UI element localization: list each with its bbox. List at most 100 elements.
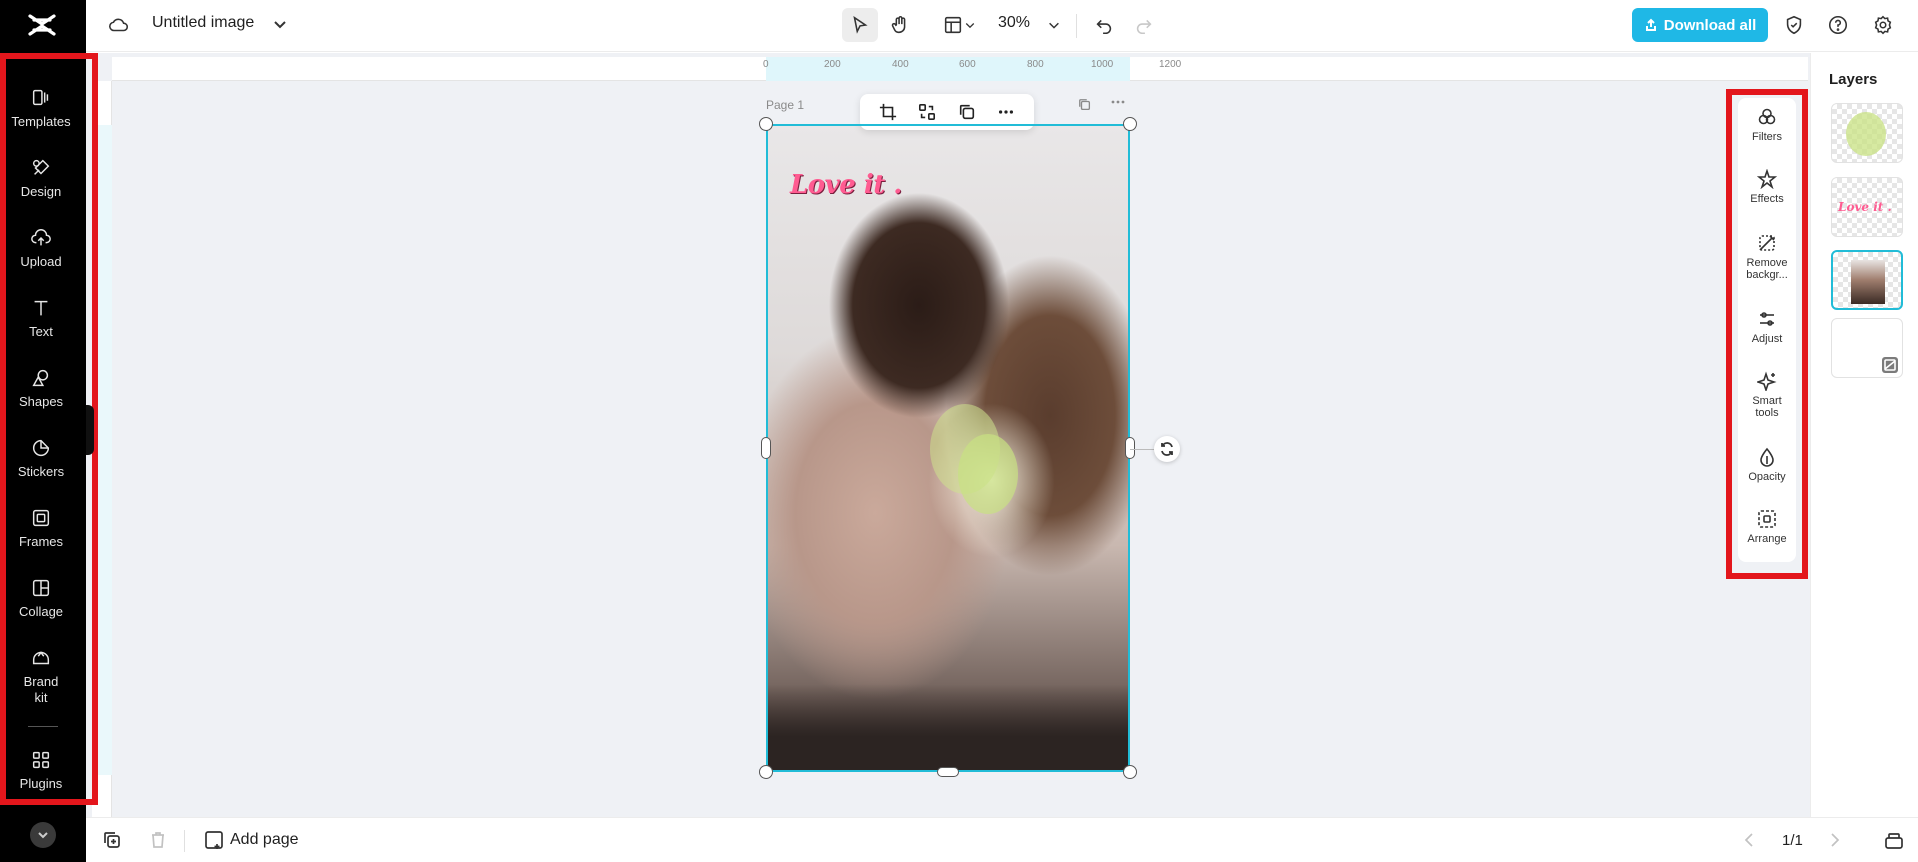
redo-icon (1136, 19, 1152, 35)
upload-icon (29, 226, 53, 250)
tool-smart-tools[interactable]: Smart tools (1738, 370, 1796, 419)
crop-button[interactable] (876, 100, 900, 124)
chevron-down-icon (1049, 22, 1059, 29)
sidebar-item-label: Upload (20, 254, 62, 269)
capcut-logo-icon[interactable] (26, 10, 58, 40)
resize-handle-top-left[interactable] (759, 117, 773, 131)
layer-thumb-photo[interactable] (1831, 250, 1903, 310)
pages-panel-button[interactable] (1884, 830, 1906, 852)
replace-button[interactable] (915, 100, 939, 124)
more-icon (999, 110, 1014, 114)
layer-thumb-text[interactable]: Love it . (1831, 177, 1903, 237)
tool-adjust[interactable]: Adjust (1738, 308, 1796, 345)
tool-filters[interactable]: Filters (1738, 106, 1796, 143)
shapes-icon (29, 366, 53, 390)
sidebar-item-collage[interactable]: Collage (6, 576, 76, 620)
resize-handle-bottom[interactable] (937, 767, 959, 777)
couple-photo[interactable]: Love it . (766, 124, 1130, 772)
tool-opacity[interactable]: Opacity (1738, 446, 1796, 483)
ruler-selection-range (92, 125, 112, 775)
rotate-handle[interactable] (1154, 436, 1180, 462)
tool-remove-background[interactable]: Remove backgr... (1738, 232, 1796, 281)
ruler-mark: 400 (892, 59, 909, 70)
sidebar-item-upload[interactable]: Upload (6, 226, 76, 270)
duplicate-page-button[interactable] (102, 830, 124, 852)
layers-panel: Layers Love it . (1810, 53, 1918, 817)
zoom-level[interactable]: 30% (998, 14, 1030, 32)
sidebar-item-brand-kit[interactable]: Brand kit (6, 646, 76, 706)
chevron-right-icon (1831, 833, 1840, 847)
bottom-bar: Add page 1/1 (86, 817, 1918, 862)
rotate-icon (1161, 442, 1173, 456)
tool-label: Effects (1750, 193, 1784, 205)
resize-handle-bottom-left[interactable] (759, 765, 773, 779)
redo-button[interactable] (1126, 8, 1162, 42)
vertical-ruler (92, 81, 112, 817)
app-root: Templates Design Upload Text Shapes Stic… (0, 0, 1918, 862)
layer-thumb-green-blob[interactable] (1831, 103, 1903, 163)
more-options-button[interactable] (994, 100, 1018, 124)
sidebar-item-plugins[interactable]: Plugins (6, 748, 76, 792)
ruler-mark: 1200 (1159, 59, 1182, 70)
sidebar-item-frames[interactable]: Frames (6, 506, 76, 550)
ruler-mark: 0 (763, 59, 769, 70)
resize-handle-left[interactable] (761, 437, 771, 459)
sidebar-item-templates[interactable]: Templates (6, 86, 76, 130)
layer-thumb-background[interactable] (1831, 318, 1903, 378)
sidebar-item-label: Templates (11, 114, 71, 129)
hand-icon (891, 16, 906, 34)
rotate-connector (1130, 449, 1154, 450)
settings-gear-icon[interactable] (1872, 14, 1896, 38)
tool-effects[interactable]: Effects (1738, 168, 1796, 205)
zoom-dropdown-button[interactable] (1042, 8, 1066, 42)
templates-icon (29, 86, 53, 110)
duplicate-page-icon[interactable] (1078, 98, 1092, 115)
layout-icon (944, 16, 962, 34)
expand-sidebar-button[interactable] (30, 822, 56, 848)
duplicate-button[interactable] (955, 100, 979, 124)
ruler-mark: 600 (959, 59, 976, 70)
delete-page-button[interactable] (148, 830, 170, 852)
hand-tool-button[interactable] (882, 8, 918, 42)
cloud-sync-icon[interactable] (108, 14, 132, 38)
sidebar-item-text[interactable]: Text (6, 296, 76, 340)
undo-button[interactable] (1086, 8, 1122, 42)
sidebar-item-shapes[interactable]: Shapes (6, 366, 76, 410)
export-icon (1645, 18, 1656, 31)
sidebar-item-stickers[interactable]: Stickers (6, 436, 76, 480)
sidebar-item-label: Design (20, 184, 62, 199)
select-tool-button[interactable] (842, 8, 878, 42)
help-icon[interactable] (1827, 14, 1851, 38)
resize-handle-top-right[interactable] (1123, 117, 1137, 131)
document-title[interactable]: Untitled image (152, 14, 254, 32)
sidebar-resize-handle[interactable] (86, 405, 94, 455)
sidebar-item-design[interactable]: Design (6, 156, 76, 200)
arrange-icon (1756, 508, 1778, 530)
thumb-photo-graphic (1851, 260, 1885, 304)
trash-icon (152, 832, 164, 848)
resize-handle-bottom-right[interactable] (1123, 765, 1137, 779)
crop-icon (879, 103, 896, 121)
chevron-left-icon (1744, 833, 1753, 847)
smart-tools-icon (1756, 370, 1778, 392)
previous-page-button[interactable] (1740, 830, 1762, 852)
tool-label: Filters (1752, 131, 1782, 143)
undo-icon (1096, 19, 1112, 35)
shield-icon[interactable] (1783, 14, 1807, 38)
toolbar-divider (1076, 14, 1077, 38)
page-more-icon[interactable] (1110, 94, 1126, 113)
love-it-text[interactable]: Love it . (790, 170, 902, 200)
duplicate-icon (104, 832, 120, 848)
add-page-button[interactable]: Add page (204, 830, 299, 850)
resize-handle-right[interactable] (1125, 437, 1135, 459)
layout-dropdown-button[interactable] (934, 8, 984, 42)
chevron-down-icon[interactable] (272, 16, 292, 36)
stickers-icon (29, 436, 53, 460)
sidebar-divider (28, 726, 58, 727)
ruler-mark: 800 (1027, 59, 1044, 70)
tool-label: Arrange (1747, 533, 1787, 545)
download-all-button[interactable]: Download all (1632, 8, 1768, 42)
tool-arrange[interactable]: Arrange (1738, 508, 1796, 545)
next-page-button[interactable] (1824, 830, 1846, 852)
effects-icon (1756, 168, 1778, 190)
